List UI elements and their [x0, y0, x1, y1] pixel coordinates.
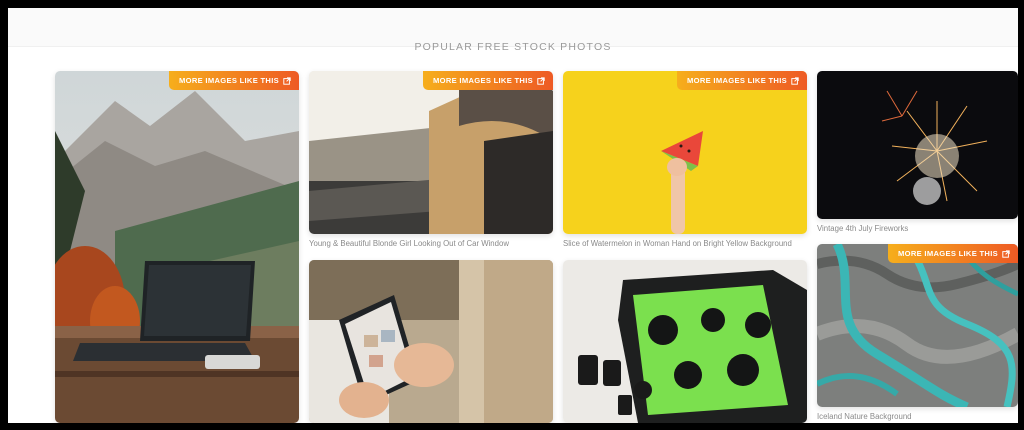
external-link-icon	[1002, 249, 1010, 258]
iceland-aerial-photo	[817, 244, 1018, 407]
page: POPULAR FREE STOCK PHOTOS MORE IMAGES LI…	[8, 8, 1018, 423]
external-link-icon	[791, 76, 799, 85]
laptop-mountain-photo	[55, 71, 299, 423]
photo-card-car-window[interactable]: MORE IMAGES LIKE THIS	[309, 71, 553, 234]
photo-card-watermelon[interactable]: MORE IMAGES LIKE THIS	[563, 71, 807, 234]
more-images-badge[interactable]: MORE IMAGES LIKE THIS	[169, 71, 299, 90]
photo-card-laptop[interactable]: MORE IMAGES LIKE THIS	[55, 71, 299, 423]
photo-card-smartphone[interactable]	[309, 260, 553, 423]
fireworks-photo	[817, 71, 1018, 219]
photo-card-camera-bag[interactable]	[563, 260, 807, 423]
photo-caption[interactable]: Young & Beautiful Blonde Girl Looking Ou…	[309, 239, 509, 248]
more-images-badge[interactable]: MORE IMAGES LIKE THIS	[677, 71, 807, 90]
more-images-badge[interactable]: MORE IMAGES LIKE THIS	[423, 71, 553, 90]
photo-caption[interactable]: Vintage 4th July Fireworks	[817, 224, 908, 233]
external-link-icon	[283, 76, 291, 85]
watermelon-photo	[563, 71, 807, 234]
photo-caption[interactable]: Slice of Watermelon in Woman Hand on Bri…	[563, 239, 792, 248]
badge-label: MORE IMAGES LIKE THIS	[433, 76, 533, 85]
car-window-photo	[309, 71, 553, 234]
more-images-badge[interactable]: MORE IMAGES LIKE THIS	[888, 244, 1018, 263]
smartphone-photo	[309, 260, 553, 423]
badge-label: MORE IMAGES LIKE THIS	[687, 76, 787, 85]
photo-card-iceland[interactable]: MORE IMAGES LIKE THIS	[817, 244, 1018, 407]
external-link-icon	[537, 76, 545, 85]
badge-label: MORE IMAGES LIKE THIS	[179, 76, 279, 85]
photo-caption[interactable]: Iceland Nature Background	[817, 412, 912, 421]
photo-card-fireworks[interactable]	[817, 71, 1018, 219]
camera-bag-photo	[563, 260, 807, 423]
badge-label: MORE IMAGES LIKE THIS	[898, 249, 998, 258]
section-title: POPULAR FREE STOCK PHOTOS	[414, 41, 612, 53]
